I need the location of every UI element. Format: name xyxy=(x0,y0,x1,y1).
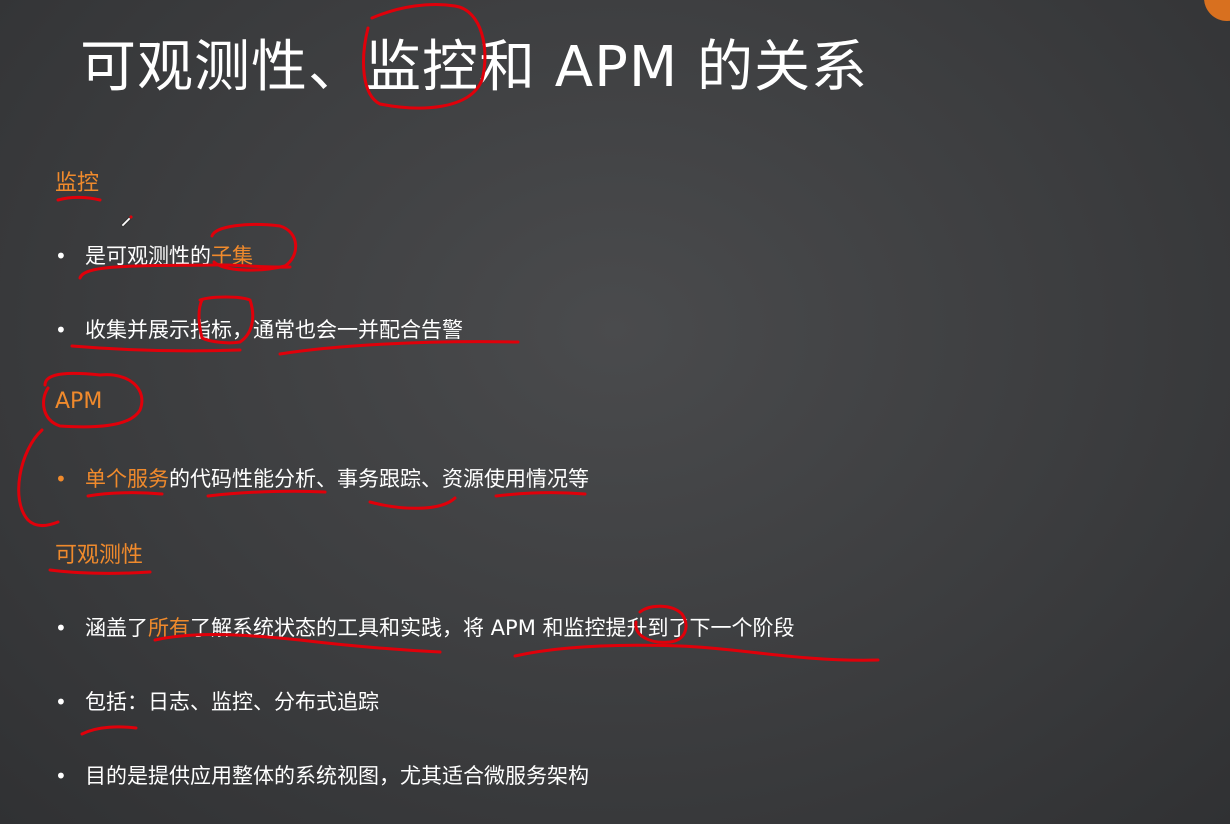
bullet-monitoring-subset: • 是可观测性的子集 xyxy=(55,240,253,270)
bullet-dot: • xyxy=(55,690,67,714)
section-heading-monitoring: 监控 xyxy=(55,171,100,196)
bullet-observability-scope: • 涵盖了所有了解系统状态的工具和实践，将 APM 和监控提升到了下一个阶段 xyxy=(55,612,795,642)
bullet-observability-purpose: • 目的是提供应用整体的系统视图，尤其适合微服务架构 xyxy=(55,760,589,790)
bullet-monitoring-metrics: • 收集并展示指标，通常也会一并配合告警 xyxy=(55,314,463,344)
bullet-dot: • xyxy=(55,764,67,788)
bullet-text: 目的是提供应用整体的系统视图，尤其适合微服务架构 xyxy=(85,764,589,788)
bullet-dot: • xyxy=(55,318,67,342)
annotation-underline xyxy=(80,725,138,736)
bullet-text: 是可观测性的 xyxy=(85,244,211,268)
annotation-underline xyxy=(368,496,457,510)
bullet-dot: • xyxy=(55,467,67,491)
bullet-highlight: 所有 xyxy=(148,616,190,640)
annotation-underline xyxy=(56,195,102,202)
bullet-highlight: 子集 xyxy=(211,244,253,268)
bullet-dot: • xyxy=(55,244,67,268)
bullet-text: 了解系统状态的工具和实践，将 APM 和监控提升到了下一个阶段 xyxy=(190,616,795,640)
section-heading-observability: 可观测性 xyxy=(55,543,144,568)
annotation-underline xyxy=(48,568,152,575)
bullet-dot: • xyxy=(55,616,67,640)
annotation-underline xyxy=(494,491,587,498)
section-heading-apm: APM xyxy=(55,389,103,414)
annotation-underline xyxy=(513,643,880,662)
bullet-observability-includes: • 包括：日志、监控、分布式追踪 xyxy=(55,686,379,716)
bullet-text: 包括：日志、监控、分布式追踪 xyxy=(85,690,379,714)
orange-corner-decoration xyxy=(1204,0,1230,21)
bullet-text: 的代码性能分析、事务跟踪、资源使用情况等 xyxy=(169,467,589,491)
bullet-apm-profiling: • 单个服务的代码性能分析、事务跟踪、资源使用情况等 xyxy=(55,463,589,493)
slide: 可观测性、监控和 APM 的关系 监控 • 是可观测性的子集 • 收集并展示指标，通… xyxy=(0,0,1230,824)
bullet-text: 涵盖了 xyxy=(85,616,148,640)
slide-title: 可观测性、监控和 APM 的关系 xyxy=(80,35,868,100)
bullet-highlight: 单个服务 xyxy=(85,467,169,491)
pen-cursor-icon xyxy=(120,215,133,228)
annotation-underline xyxy=(70,344,242,353)
annotation-bracket xyxy=(17,428,60,527)
annotation-underline xyxy=(86,491,164,498)
bullet-text: 收集并展示指标，通常也会一并配合告警 xyxy=(85,318,463,342)
